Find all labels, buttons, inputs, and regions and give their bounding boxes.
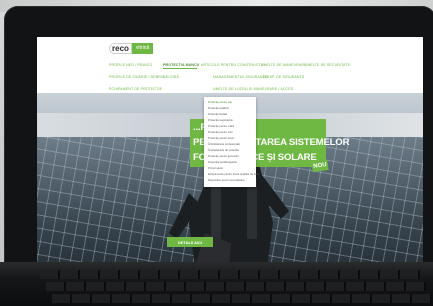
nav-item-echip-siguranta[interactable]: ECHIP. DE SIGURANȚĂ xyxy=(263,75,304,79)
nav-item-profile-neo[interactable]: PROFILE NEO / PEMICO xyxy=(109,63,152,67)
key-row xyxy=(52,294,432,303)
details-button[interactable]: DETALII AICI xyxy=(167,237,213,247)
nav-item-unelte-lucru[interactable]: UNELTE DE LUCRU ȘI MANEVRARE / ACCES xyxy=(213,87,293,91)
nav-item-profile-zidarie[interactable]: PROFILE DE ZIDĂRIE / DEBRIS xyxy=(109,75,165,79)
nav-item-unelte-securitate[interactable]: UNELTE DE SECURITATE xyxy=(305,63,350,67)
nav-item-echipament-protectie[interactable]: ECHIPAMENT DE PROTECȚIE xyxy=(109,87,162,91)
nav-item-decora[interactable]: DECORĂ xyxy=(163,75,179,79)
dropdown-item[interactable]: Protecția auditivă xyxy=(208,107,229,110)
nav-item-management[interactable]: MANAGEMENTUL SIGURANȚEI xyxy=(213,75,268,79)
laptop-frame: reco vitrină PROFILE NEO / PEMICO PROTEC… xyxy=(4,6,433,306)
nav-item-unelte-manevrare[interactable]: UNELTE DE MANEVRARE xyxy=(261,63,307,67)
dropdown-item[interactable]: Prevenție antiderapantă xyxy=(208,161,237,164)
logo-sub: vitrină xyxy=(131,43,154,54)
logo-main: reco xyxy=(109,43,132,54)
dropdown-item[interactable]: Îmbrăcăminte de protecție xyxy=(208,149,239,152)
dropdown-item[interactable]: Primul ajutor xyxy=(208,167,223,170)
nav-item-protectia-muncii[interactable]: PROTECȚIA MUNCII xyxy=(163,63,199,67)
protectia-muncii-dropdown: Protecția pentru cap Protecția auditivă … xyxy=(204,97,260,187)
site-header: reco vitrină xyxy=(37,37,423,59)
nav-active-underline xyxy=(163,68,197,69)
dropdown-item[interactable]: Protecția pentru cap xyxy=(208,101,232,104)
key-row xyxy=(40,270,420,279)
laptop-keyboard xyxy=(0,262,433,306)
browser-screen: reco vitrină PROFILE NEO / PEMICO PROTEC… xyxy=(37,37,423,267)
dropdown-item[interactable]: Protecția pentru mâini xyxy=(208,125,234,128)
nav-item-articole[interactable]: ARTICOLE PENTRU CONSTRUCȚII xyxy=(201,63,263,67)
dropdown-item[interactable]: Echipamente pentru ținuta spațiilor de l… xyxy=(208,173,260,176)
key-row xyxy=(46,282,426,291)
site-logo[interactable]: reco vitrină xyxy=(109,43,154,54)
dropdown-item[interactable]: Îmbrăcăminte profesională xyxy=(208,143,240,146)
dropdown-item[interactable]: Protecție pentru genunchi xyxy=(208,155,239,158)
dropdown-item[interactable]: Dispozitive pentru semnalizare xyxy=(208,179,245,182)
dropdown-item[interactable]: Protecția pentru picior xyxy=(208,137,234,140)
dropdown-item[interactable]: Protecție faciala xyxy=(208,113,227,116)
dropdown-item[interactable]: Protecția pentru ochi xyxy=(208,131,233,134)
dropdown-item[interactable]: Protecția respiratorie xyxy=(208,119,233,122)
